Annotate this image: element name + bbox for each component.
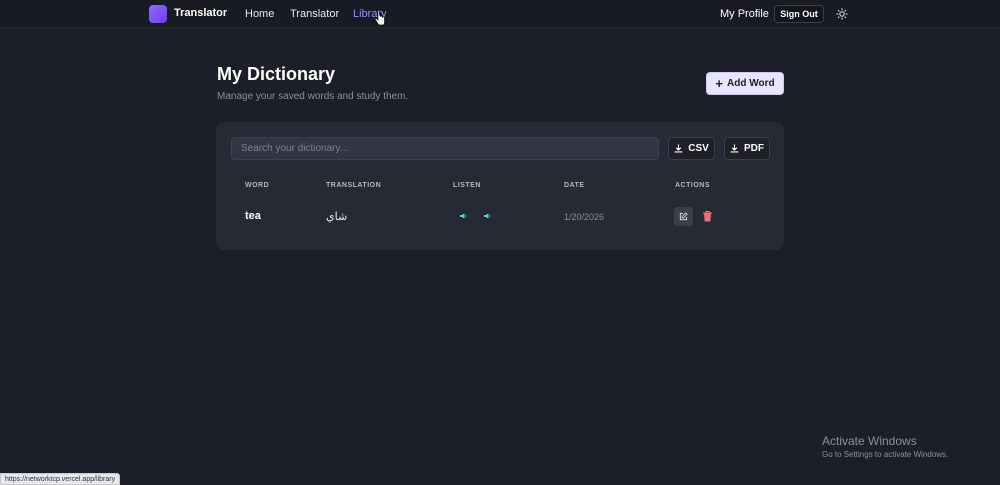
word-cell: tea <box>245 210 261 222</box>
logo-icon[interactable] <box>149 5 167 23</box>
download-icon <box>730 144 739 153</box>
sign-out-button[interactable]: Sign Out <box>774 5 824 23</box>
trash-icon[interactable] <box>702 210 713 223</box>
download-icon <box>674 144 683 153</box>
activate-windows-subtitle: Go to Settings to activate Windows. <box>822 450 949 459</box>
translation-cell: شاي <box>326 211 348 223</box>
speaker-icon[interactable] <box>459 211 469 221</box>
search-input[interactable] <box>231 137 659 160</box>
edit-icon <box>679 212 688 221</box>
activate-windows-title: Activate Windows <box>822 434 917 448</box>
column-header-actions: ACTIONS <box>675 182 710 189</box>
page-subtitle: Manage your saved words and study them. <box>217 91 409 102</box>
add-word-label: Add Word <box>727 78 775 89</box>
export-pdf-button[interactable]: PDF <box>724 137 770 160</box>
cursor-icon <box>374 10 385 26</box>
pdf-label: PDF <box>744 143 764 154</box>
navbar: Translator Home Translator Library My Pr… <box>0 0 1000 28</box>
column-header-date: DATE <box>564 182 585 189</box>
sun-icon[interactable] <box>836 8 848 20</box>
export-csv-button[interactable]: CSV <box>668 137 715 160</box>
speaker-icon[interactable] <box>483 211 493 221</box>
nav-link-home[interactable]: Home <box>245 8 274 20</box>
csv-label: CSV <box>688 143 709 154</box>
column-header-translation: TRANSLATION <box>326 182 382 189</box>
my-profile-link[interactable]: My Profile <box>720 8 769 20</box>
brand-name[interactable]: Translator <box>174 7 227 19</box>
nav-link-translator[interactable]: Translator <box>290 8 339 20</box>
column-header-word: WORD <box>245 182 270 189</box>
date-cell: 1/20/2026 <box>564 212 605 222</box>
column-header-listen: LISTEN <box>453 182 481 189</box>
add-word-button[interactable]: + Add Word <box>706 72 784 95</box>
status-bar-url: https://networktcp.vercel.app/library <box>0 473 121 485</box>
plus-icon: + <box>715 76 723 91</box>
edit-button[interactable] <box>674 207 693 226</box>
page-title: My Dictionary <box>217 64 336 84</box>
